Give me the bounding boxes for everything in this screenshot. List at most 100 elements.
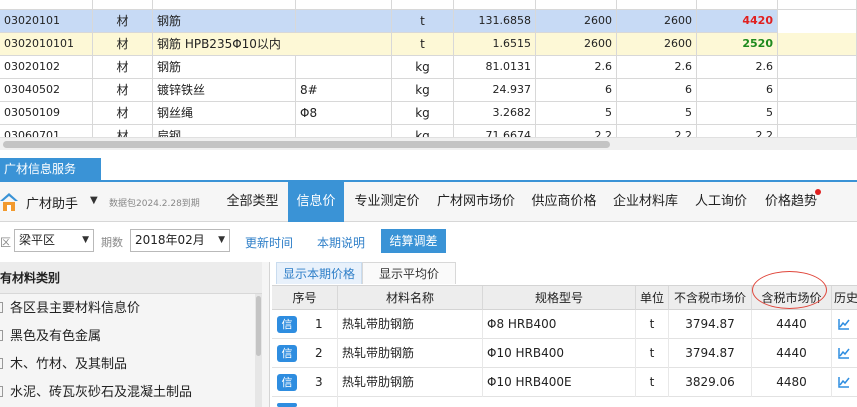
unit-cell: t xyxy=(392,33,454,56)
price-cell: 6 xyxy=(697,79,778,102)
tree-item[interactable]: 水泥、砖瓦灰砂石及混凝土制品 xyxy=(0,379,262,407)
price-cell: 6 xyxy=(536,79,617,102)
row-number: 2 xyxy=(315,346,323,360)
type-cell: 材 xyxy=(93,33,153,56)
trend-chart-icon[interactable] xyxy=(838,376,850,388)
name-cell: 钢筋 HPB235Φ10以内 xyxy=(153,33,392,56)
index-cell: 信 3 xyxy=(272,368,338,397)
extra-cell xyxy=(778,10,857,33)
trend-chart-icon[interactable] xyxy=(838,318,850,330)
settle-adjust-button[interactable]: 结算调差 xyxy=(381,229,446,253)
spec-cell xyxy=(296,0,392,10)
tree-header: 有材料类别 xyxy=(0,262,262,294)
price-cell-highlight: 4420 xyxy=(697,10,778,33)
extra-cell xyxy=(778,102,857,125)
price-excl-tax-cell: 3794.87 xyxy=(669,310,752,339)
scrollbar-thumb[interactable] xyxy=(3,141,610,148)
tree-item-label: 木、竹材、及其制品 xyxy=(10,357,128,372)
col-material-name[interactable]: 材料名称 xyxy=(338,286,483,310)
tree-item-label: 水泥、砖瓦灰砂石及混凝土制品 xyxy=(10,385,193,400)
history-cell[interactable] xyxy=(832,339,857,368)
grid-row-selected[interactable]: 03020101 材 钢筋 t 131.6858 2600 2600 4420 xyxy=(0,10,857,33)
nav-market-price[interactable]: 广材网市场价 xyxy=(429,182,523,222)
tab-average-price[interactable]: 显示平均价 xyxy=(362,262,456,284)
code-cell: 03040502 xyxy=(0,79,93,102)
history-cell[interactable] xyxy=(832,368,857,397)
region-value: 梁平区 xyxy=(19,233,56,247)
code-cell: 03050109 xyxy=(0,102,93,125)
nav-supplier-price[interactable]: 供应商价格 xyxy=(524,182,604,222)
nav-professional-price[interactable]: 专业测定价 xyxy=(346,182,428,222)
nav-all-types[interactable]: 全部类型 xyxy=(219,182,286,222)
table-row[interactable]: 信 3 热轧带肋钢筋 Φ10 HRB400E t 3829.06 4480 xyxy=(272,368,857,397)
price-cell: 2.6 xyxy=(536,56,617,79)
notification-dot xyxy=(815,189,821,195)
extra-cell xyxy=(778,56,857,79)
code-cell xyxy=(0,0,93,10)
spec-cell: Φ8 xyxy=(296,102,392,125)
info-badge: 信 xyxy=(277,345,297,362)
filter-bar: 区 梁平区 ▼ 期数 2018年02月 ▼ 更新时间 本期说明 结算调差 xyxy=(0,223,857,260)
type-cell: 材 xyxy=(93,102,153,125)
table-row[interactable]: 信 1 热轧带肋钢筋 Φ8 HRB400 t 3794.87 4440 xyxy=(272,310,857,339)
scrollbar-thumb[interactable] xyxy=(256,296,261,356)
col-history[interactable]: 历史 xyxy=(832,286,857,310)
region-select[interactable]: 梁平区 ▼ xyxy=(14,229,94,252)
price-cell: 2600 xyxy=(617,33,697,56)
row-number: 1 xyxy=(315,317,323,331)
grid-row[interactable]: 0302010101 材 钢筋 HPB235Φ10以内 t 1.6515 260… xyxy=(0,33,857,56)
grid-row[interactable]: 03050109 材 钢丝绳 Φ8 kg 3.2682 5 5 5 xyxy=(0,102,857,125)
period-label: 期数 xyxy=(101,236,123,249)
grid-row[interactable]: 03040502 材 镀锌铁丝 8# kg 24.937 6 6 6 xyxy=(0,79,857,102)
col-index[interactable]: 序号 xyxy=(272,286,338,310)
tree-item[interactable]: 黑色及有色金属 xyxy=(0,323,262,351)
col-unit[interactable]: 单位 xyxy=(636,286,669,310)
price-cell xyxy=(697,0,778,10)
row-number: 3 xyxy=(315,375,323,389)
name-cell: 钢筋 xyxy=(153,10,296,33)
code-cell: 03020102 xyxy=(0,56,93,79)
update-time-link[interactable]: 更新时间 xyxy=(245,234,293,251)
chevron-down-icon: ▼ xyxy=(218,235,225,245)
nav-info-price[interactable]: 信息价 xyxy=(288,182,344,222)
name-cell: 钢筋 xyxy=(153,56,296,79)
price-excl-tax-cell: 3794.87 xyxy=(669,339,752,368)
price-cell: 5 xyxy=(697,102,778,125)
nav-enterprise-library[interactable]: 企业材料库 xyxy=(605,182,686,222)
tree-item[interactable]: 木、竹材、及其制品 xyxy=(0,351,262,379)
price-cell: 2600 xyxy=(536,10,617,33)
tree-item[interactable]: 各区县主要材料信息价 xyxy=(0,295,262,323)
code-cell: 0302010101 xyxy=(0,33,93,56)
history-cell[interactable] xyxy=(832,310,857,339)
col-price-excl-tax[interactable]: 不含税市场价 xyxy=(669,286,752,310)
app-title: 广材助手 xyxy=(26,197,79,212)
panel-tab-info-service[interactable]: 广材信息服务 xyxy=(0,158,101,180)
period-value: 2018年02月 xyxy=(135,233,205,247)
type-cell xyxy=(93,0,153,10)
nav-price-trend[interactable]: 价格趋势 xyxy=(756,182,826,222)
tree-line-icon xyxy=(0,302,3,313)
material-name-cell: 热轧带肋钢筋 xyxy=(338,339,483,368)
grid-row[interactable] xyxy=(0,0,857,10)
period-select[interactable]: 2018年02月 ▼ xyxy=(130,229,230,252)
unit-cell: t xyxy=(392,10,454,33)
nav-manual-inquiry[interactable]: 人工询价 xyxy=(687,182,755,222)
col-spec[interactable]: 规格型号 xyxy=(483,286,636,310)
trend-chart-icon[interactable] xyxy=(838,347,850,359)
spec-cell: 8# xyxy=(296,79,392,102)
horizontal-scrollbar[interactable] xyxy=(0,137,857,150)
tab-current-price[interactable]: 显示本期价格 xyxy=(276,262,362,284)
nav-bar: 广材助手 ▼ 数据包2024.2.28到期 全部类型 信息价 专业测定价 广材网… xyxy=(0,182,857,222)
grid-row[interactable]: 03020102 材 钢筋 kg 81.0131 2.6 2.6 2.6 xyxy=(0,56,857,79)
qty-cell: 3.2682 xyxy=(454,102,536,125)
app-menu-caret-icon[interactable]: ▼ xyxy=(90,195,98,206)
tree-scrollbar[interactable] xyxy=(255,294,262,407)
spec-cell xyxy=(296,10,392,33)
table-row[interactable]: 信 2 热轧带肋钢筋 Φ10 HRB400 t 3794.87 4440 xyxy=(272,339,857,368)
tree-line-icon xyxy=(0,358,3,369)
index-cell xyxy=(272,397,338,407)
type-cell: 材 xyxy=(93,10,153,33)
table-row[interactable] xyxy=(272,397,857,407)
period-description-link[interactable]: 本期说明 xyxy=(317,234,365,251)
price-incl-tax-cell: 4480 xyxy=(752,368,832,397)
